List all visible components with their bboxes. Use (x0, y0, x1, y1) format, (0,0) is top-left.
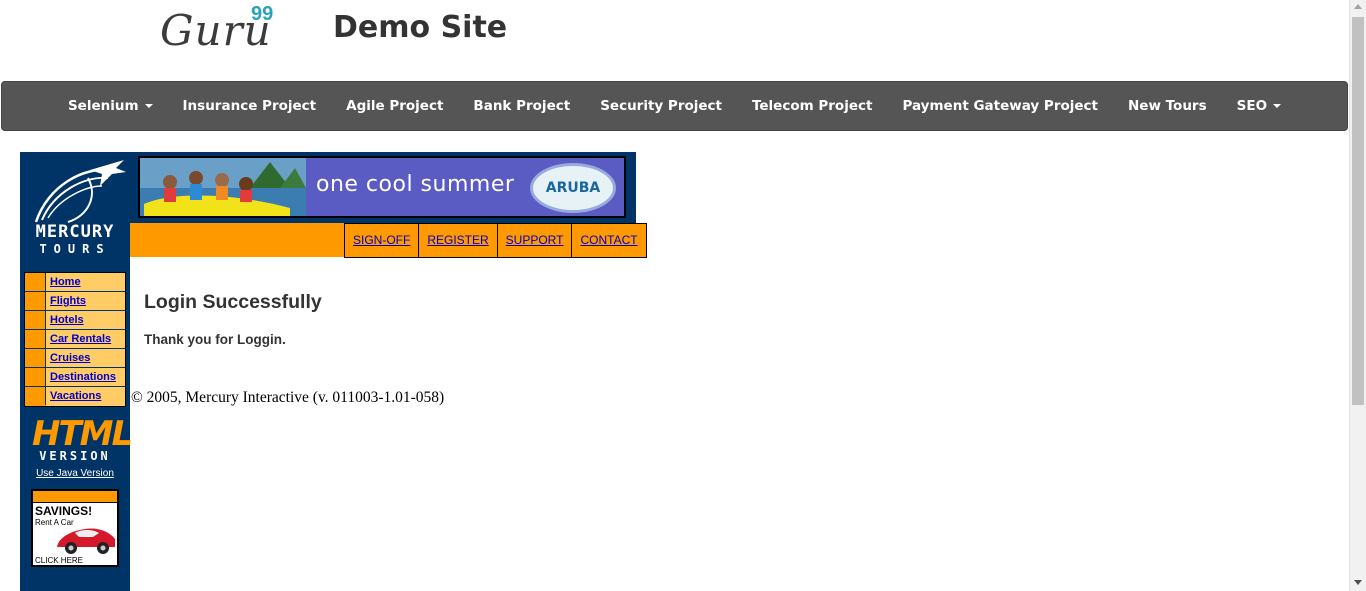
top-orange-bar (130, 223, 345, 257)
nav-items: Selenium Insurance Project Agile Project… (2, 82, 1347, 130)
mercury-side-menu: Home Flights Hotels Car Rentals Cruises … (24, 272, 126, 407)
savings-rent-a-car-ad[interactable]: SAVINGS! Rent A Car CLICK HERE (31, 489, 119, 567)
banner-slogan: one cool summer (316, 172, 515, 197)
html-version-logo: HTML (32, 414, 133, 454)
aruba-banner-ad[interactable]: one cool summer ARUBA (138, 156, 626, 218)
nav-item-new-tours[interactable]: New Tours (1113, 98, 1222, 114)
side-menu-row: Destinations (25, 368, 125, 387)
contact-link[interactable]: CONTACT (571, 224, 647, 258)
menu-bullet-cell (25, 330, 46, 348)
nav-item-seo[interactable]: SEO (1222, 98, 1296, 114)
java-version-link[interactable]: Use Java Version (20, 468, 130, 479)
menu-bullet-cell (25, 273, 46, 291)
menu-bullet-cell (25, 368, 46, 386)
nav-item-selenium[interactable]: Selenium (53, 98, 168, 114)
aruba-logo: ARUBA (530, 163, 616, 213)
page-title: Login Successfully (144, 291, 322, 313)
menu-bullet-cell (25, 387, 46, 405)
site-title: Demo Site (333, 10, 508, 45)
mercury-brand-tours: TOURS (39, 242, 111, 256)
main-navbar: Selenium Insurance Project Agile Project… (1, 81, 1348, 131)
nav-item-bank-project[interactable]: Bank Project (458, 98, 585, 114)
savings-ad-top-bar (33, 491, 117, 503)
nav-item-payment-gateway-project[interactable]: Payment Gateway Project (887, 98, 1113, 114)
nav-item-label: New Tours (1128, 98, 1207, 114)
sign-off-link[interactable]: SIGN-OFF (344, 224, 419, 258)
success-message: Thank you for Loggin. (144, 332, 286, 347)
support-link[interactable]: SUPPORT (496, 224, 572, 258)
nav-item-label: Bank Project (473, 98, 571, 114)
mercury-brand-name: MERCURY (35, 222, 115, 242)
nav-item-label: Insurance Project (182, 98, 317, 114)
scroll-up-arrow-icon[interactable] (1354, 4, 1362, 9)
side-menu-destinations[interactable]: Destinations (46, 368, 125, 386)
savings-ad-cta: CLICK HERE (35, 556, 84, 565)
red-car-icon (57, 528, 115, 554)
side-menu-row: Home (25, 273, 125, 292)
version-label: VERSION (39, 449, 111, 463)
menu-bullet-cell (25, 311, 46, 329)
nav-item-label: SEO (1236, 98, 1268, 114)
side-menu-home[interactable]: Home (46, 273, 125, 291)
nav-item-telecom-project[interactable]: Telecom Project (737, 98, 887, 114)
menu-bullet-cell (25, 349, 46, 367)
copyright-footer: © 2005, Mercury Interactive (v. 011003-1… (131, 389, 445, 406)
side-menu-cruises[interactable]: Cruises (46, 349, 125, 367)
guru99-logo-number[interactable]: 99 (251, 3, 273, 26)
nav-item-label: Security Project (600, 98, 722, 114)
site-header: Guru 99 Demo Site (0, 0, 1349, 80)
menu-bullet-cell (25, 292, 46, 310)
nav-item-label: Agile Project (346, 98, 444, 114)
nav-item-security-project[interactable]: Security Project (585, 98, 737, 114)
side-menu-row: Vacations (25, 387, 125, 406)
html-badge-text: HTML (32, 414, 133, 454)
savings-ad-title: SAVINGS! (35, 504, 93, 518)
page-scrollbar[interactable] (1349, 0, 1366, 591)
nav-item-insurance-project[interactable]: Insurance Project (168, 98, 332, 114)
scrollbar-thumb[interactable] (1352, 17, 1364, 405)
mercury-sidebar: MERCURY TOURS Home Flights Hotels Car Re… (20, 152, 133, 591)
scroll-down-arrow-icon[interactable] (1354, 580, 1362, 585)
plane-logo-icon (34, 160, 126, 223)
aruba-logo-text: ARUBA (545, 180, 601, 196)
side-menu-row: Cruises (25, 349, 125, 368)
side-menu-row: Hotels (25, 311, 125, 330)
side-menu-row: Flights (25, 292, 125, 311)
chevron-down-icon (144, 104, 153, 108)
side-menu-row: Car Rentals (25, 330, 125, 349)
nav-item-label: Telecom Project (751, 98, 873, 114)
nav-item-agile-project[interactable]: Agile Project (331, 98, 458, 114)
rafting-photo-image (140, 158, 306, 216)
nav-item-label: Payment Gateway Project (902, 98, 1098, 114)
nav-item-label: Selenium (67, 98, 139, 114)
side-menu-hotels[interactable]: Hotels (46, 311, 125, 329)
side-menu-flights[interactable]: Flights (46, 292, 125, 310)
side-menu-car-rentals[interactable]: Car Rentals (46, 330, 125, 348)
register-link[interactable]: REGISTER (418, 224, 497, 258)
side-menu-vacations[interactable]: Vacations (46, 387, 125, 406)
top-nav-links: SIGN-OFF REGISTER SUPPORT CONTACT (344, 223, 647, 258)
chevron-down-icon (1273, 104, 1282, 108)
